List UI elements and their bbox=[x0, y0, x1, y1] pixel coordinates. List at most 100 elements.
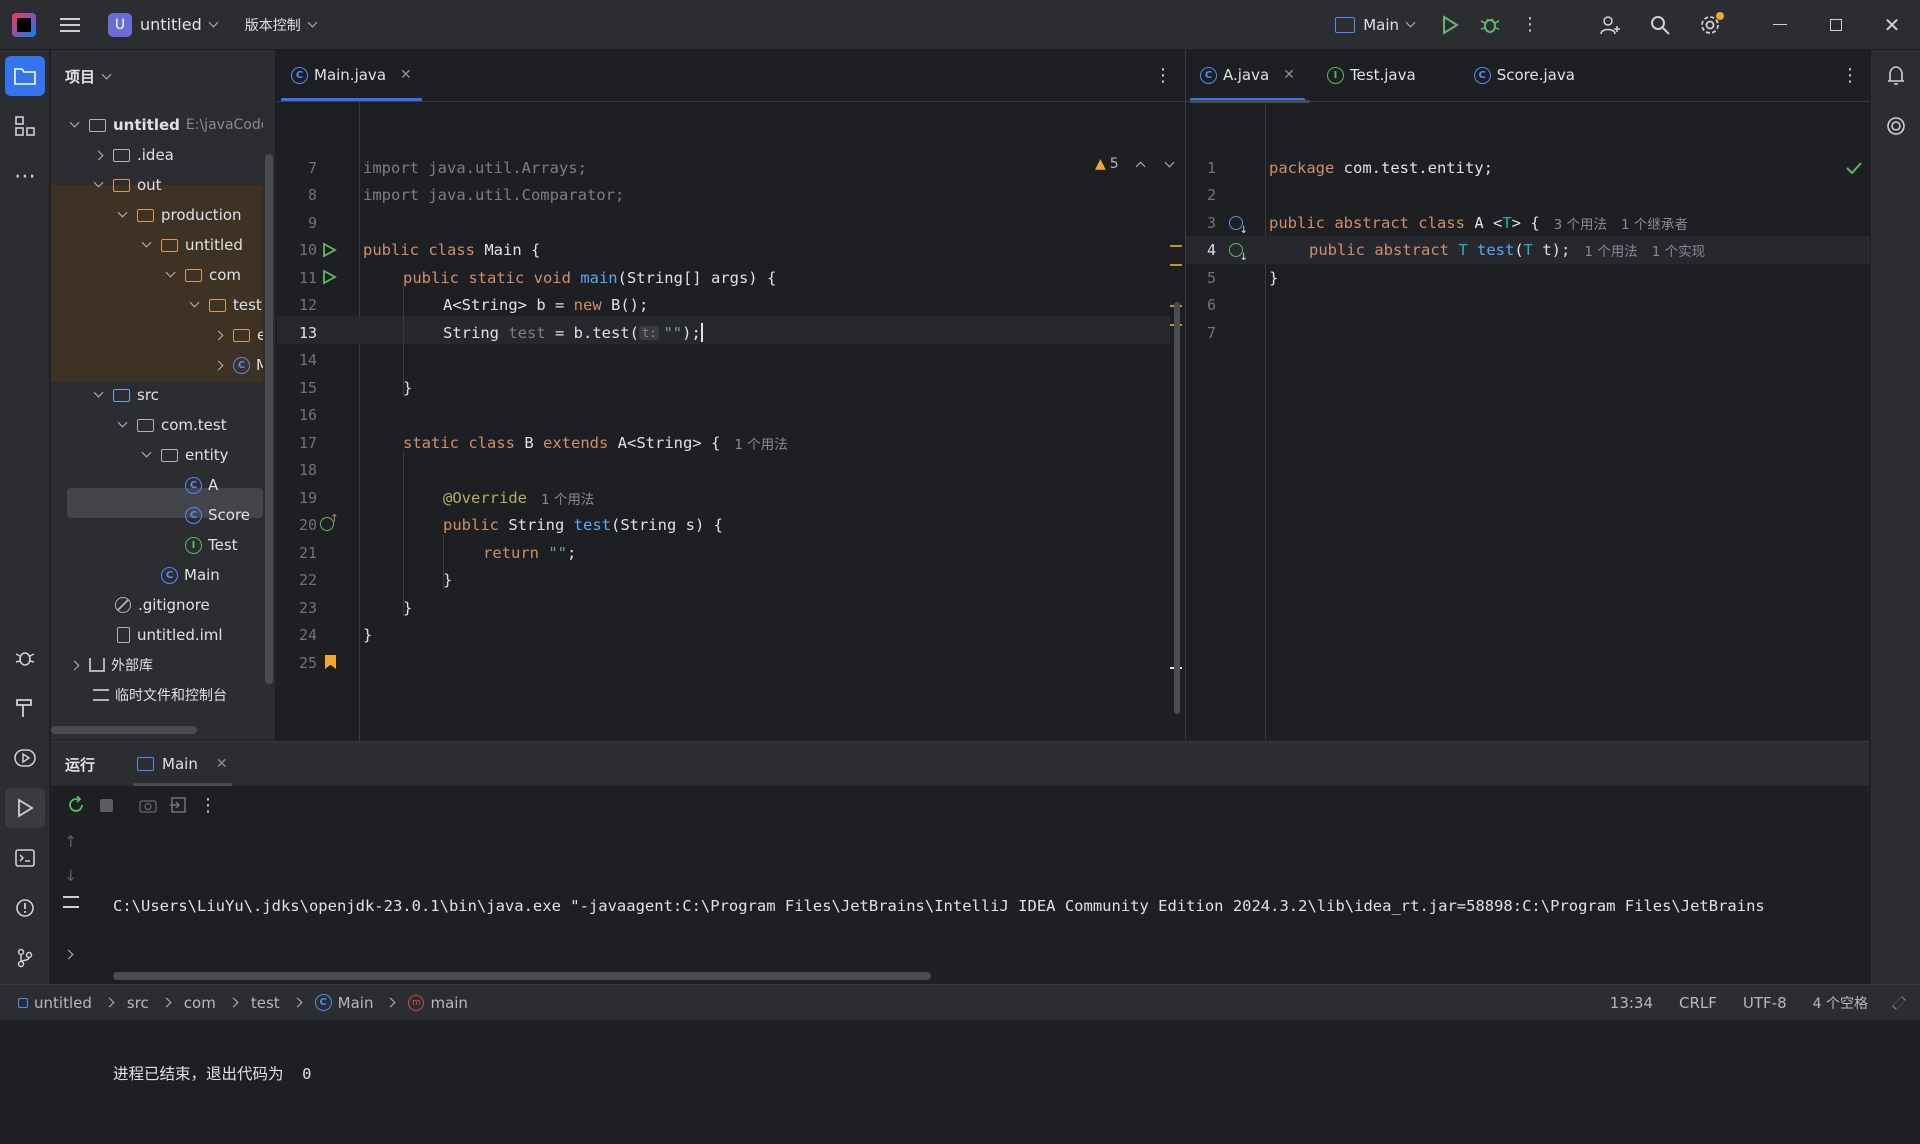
problems-tool-icon[interactable] bbox=[5, 888, 45, 928]
more-actions-icon[interactable]: ⋮ bbox=[1510, 5, 1550, 45]
breadcrumb-item-main-method[interactable]: m main bbox=[408, 994, 468, 1012]
code-line-22[interactable]: } bbox=[443, 567, 452, 595]
tab-options-icon[interactable]: ⋮ bbox=[1830, 49, 1870, 101]
usage-hint[interactable]: 3 个用法 bbox=[1554, 213, 1607, 233]
caret-position[interactable]: 13:34 bbox=[1610, 994, 1653, 1012]
services-tool-icon[interactable] bbox=[5, 738, 45, 778]
tree-row-root[interactable]: untitled E:\javaCode\ bbox=[67, 110, 263, 140]
restore-layout-icon[interactable] bbox=[163, 790, 193, 820]
indent-setting[interactable]: 4 个空格 bbox=[1813, 993, 1868, 1013]
run-gutter-icon[interactable] bbox=[321, 269, 337, 289]
code-line-7[interactable]: import java.util.Arrays; bbox=[363, 154, 587, 182]
close-window-icon[interactable]: ✕ bbox=[1872, 5, 1912, 45]
usage-hint[interactable]: 1 个用法 bbox=[734, 433, 787, 453]
tab-a-java[interactable]: C A.java ✕ bbox=[1186, 49, 1309, 101]
close-tab-icon[interactable]: ✕ bbox=[400, 67, 412, 83]
notifications-bell-icon[interactable] bbox=[1876, 56, 1916, 96]
run-tab-main[interactable]: Main ✕ bbox=[127, 742, 238, 786]
tab-score-java[interactable]: C Score.java bbox=[1460, 49, 1589, 101]
file-encoding[interactable]: UTF-8 bbox=[1743, 994, 1787, 1012]
no-problems-check-icon[interactable] bbox=[1846, 160, 1862, 178]
breadcrumb-item-main-class[interactable]: C Main bbox=[314, 994, 396, 1012]
inheritor-hint[interactable]: 1 个继承者 bbox=[1621, 213, 1688, 233]
tree-row-com-out[interactable]: com bbox=[163, 260, 241, 290]
code-line-8[interactable]: import java.util.Comparator; bbox=[363, 182, 624, 210]
usage-hint[interactable]: 1 个用法 bbox=[1584, 240, 1637, 260]
tree-row-com-test[interactable]: com.test bbox=[115, 410, 227, 440]
code-line-1[interactable]: package com.test.entity; bbox=[1269, 154, 1493, 182]
code-line-24[interactable]: } bbox=[363, 622, 372, 650]
settings-gear-icon[interactable] bbox=[1690, 5, 1730, 45]
code-line-23[interactable]: } bbox=[403, 594, 412, 622]
run-config-selector[interactable]: Main bbox=[1327, 7, 1422, 43]
tree-row-class-a[interactable]: C A bbox=[185, 470, 218, 500]
soft-wrap-icon[interactable] bbox=[63, 896, 79, 908]
rerun-icon[interactable] bbox=[61, 790, 91, 820]
tree-row-en-out[interactable]: en bbox=[211, 320, 263, 350]
project-switcher[interactable]: U untitled bbox=[100, 7, 225, 43]
code-line-17[interactable]: static class B extends A<String> {1 个用法 bbox=[403, 429, 788, 457]
structure-tool-icon[interactable] bbox=[5, 106, 45, 146]
close-tab-icon[interactable]: ✕ bbox=[216, 756, 228, 772]
tree-row-scratches[interactable]: 临时文件和控制台 bbox=[93, 680, 227, 710]
restore-window-icon[interactable] bbox=[1816, 5, 1856, 45]
main-menu-icon[interactable] bbox=[50, 5, 90, 45]
run-icon[interactable] bbox=[1430, 5, 1470, 45]
tree-row-test-out[interactable]: test bbox=[187, 290, 262, 320]
code-line-13[interactable]: String test = b.test(t: ""); bbox=[443, 319, 703, 347]
git-tool-icon[interactable] bbox=[5, 938, 45, 978]
project-tool-icon[interactable] bbox=[5, 56, 45, 96]
tree-row-interface-test[interactable]: I Test bbox=[185, 530, 238, 560]
line-ending[interactable]: CRLF bbox=[1679, 994, 1717, 1012]
code-line-15[interactable]: } bbox=[403, 374, 412, 402]
code-line-12[interactable]: A<String> b = new B(); bbox=[443, 292, 648, 320]
tree-row-external-libs[interactable]: 外部库 bbox=[67, 650, 153, 680]
terminal-tool-icon[interactable] bbox=[5, 838, 45, 878]
usage-hint[interactable]: 1 个用法 bbox=[541, 488, 594, 508]
tree-row-gitignore[interactable]: .gitignore bbox=[115, 590, 210, 620]
tree-row-out[interactable]: out bbox=[91, 170, 162, 200]
breadcrumb-item-project[interactable]: untitled bbox=[18, 994, 115, 1012]
build-tool-icon[interactable] bbox=[5, 688, 45, 728]
more-options-icon[interactable]: ⋮ bbox=[193, 790, 223, 820]
tree-vertical-scrollbar[interactable] bbox=[265, 154, 273, 684]
stop-icon[interactable] bbox=[91, 790, 121, 820]
breadcrumb-item-src[interactable]: src bbox=[127, 994, 172, 1012]
project-panel-header[interactable]: 项目 bbox=[51, 50, 275, 102]
implemented-gutter-icon[interactable]: ↓ bbox=[1229, 243, 1248, 263]
code-line-3[interactable]: public abstract class A < T > {3 个用法 1 个继承者 bbox=[1269, 209, 1688, 237]
minimize-window-icon[interactable] bbox=[1760, 5, 1800, 45]
search-icon[interactable] bbox=[1640, 5, 1680, 45]
run-gutter-icon[interactable] bbox=[321, 242, 337, 262]
breadcrumb-item-com[interactable]: com bbox=[184, 994, 239, 1012]
camera-icon[interactable] bbox=[133, 790, 163, 820]
editor-vertical-scrollbar[interactable] bbox=[1174, 302, 1180, 714]
inherited-gutter-icon[interactable]: ↓ bbox=[1229, 216, 1248, 236]
tree-row-production[interactable]: production bbox=[115, 200, 242, 230]
ai-assistant-icon[interactable] bbox=[1876, 106, 1916, 146]
tree-row-src[interactable]: src bbox=[91, 380, 159, 410]
tree-row-main-out[interactable]: C M bbox=[211, 350, 263, 380]
code-line-4[interactable]: public abstract T test(T t); 1 个用法 1 个实现 bbox=[1309, 237, 1705, 265]
code-line-21[interactable]: return ""; bbox=[483, 539, 576, 567]
tab-options-icon[interactable]: ⋮ bbox=[1143, 49, 1183, 101]
console-horizontal-scrollbar[interactable] bbox=[113, 972, 931, 980]
implements-gutter-icon[interactable]: ↑ bbox=[320, 512, 339, 531]
vcs-menu[interactable]: 版本控制 bbox=[237, 7, 324, 43]
close-tab-icon[interactable]: ✕ bbox=[1283, 67, 1295, 83]
tree-row-untitled-out[interactable]: untitled bbox=[139, 230, 243, 260]
scroll-down-icon[interactable]: ↓ bbox=[64, 866, 77, 885]
debug-tool-icon[interactable] bbox=[5, 638, 45, 678]
implementation-hint[interactable]: 1 个实现 bbox=[1652, 240, 1705, 260]
tab-test-java[interactable]: I Test.java bbox=[1313, 49, 1430, 101]
app-logo-icon[interactable] bbox=[12, 12, 36, 37]
tree-row-iml[interactable]: untitled.iml bbox=[117, 620, 223, 650]
code-line-5[interactable]: } bbox=[1269, 264, 1278, 292]
more-tools-icon[interactable]: ⋯ bbox=[5, 156, 45, 196]
tree-row-idea[interactable]: .idea bbox=[91, 140, 174, 170]
tree-row-class-main[interactable]: C Main bbox=[161, 560, 220, 590]
expand-chevron-icon[interactable] bbox=[63, 944, 74, 962]
code-line-11[interactable]: public static void main (String[] args) { bbox=[403, 264, 776, 292]
tree-row-entity[interactable]: entity bbox=[139, 440, 229, 470]
warnings-indicator[interactable]: ▲ 5 bbox=[1095, 156, 1175, 172]
